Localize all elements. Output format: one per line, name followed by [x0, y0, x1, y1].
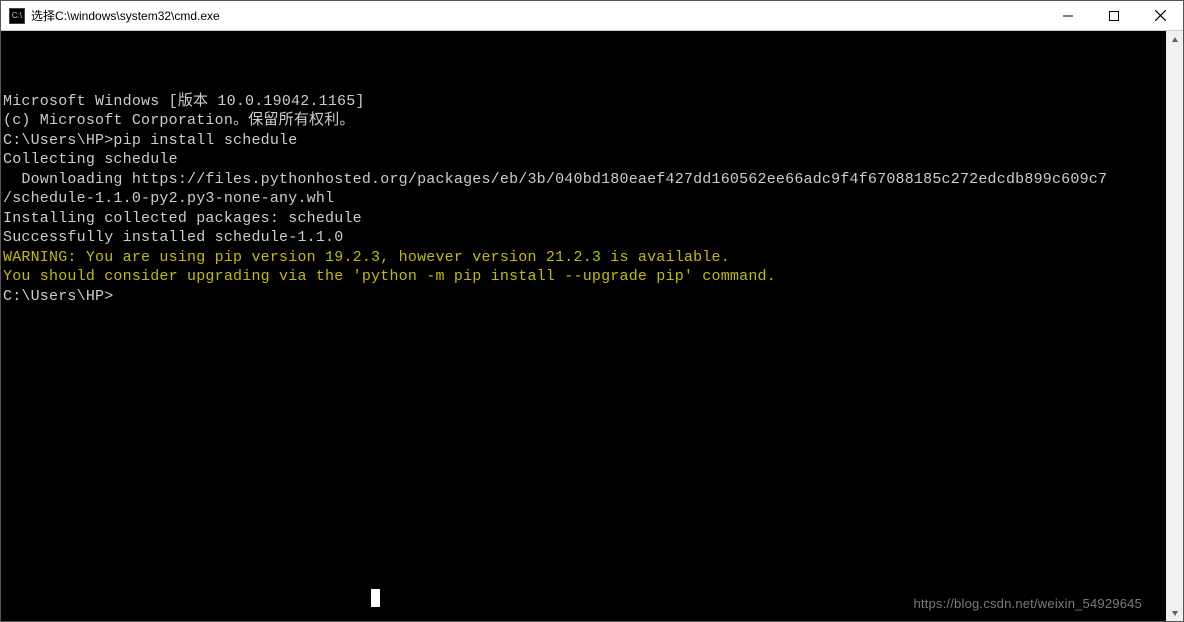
terminal-line: You should consider upgrading via the 'p…	[3, 267, 1166, 287]
terminal-line: Collecting schedule	[3, 150, 1166, 170]
maximize-button[interactable]	[1091, 1, 1137, 30]
terminal-line: C:\Users\HP>pip install schedule	[3, 131, 1166, 151]
scrollbar[interactable]	[1166, 31, 1183, 621]
scroll-down-icon[interactable]	[1166, 604, 1183, 621]
terminal-line: C:\Users\HP>	[3, 287, 1166, 307]
terminal-line: Microsoft Windows [版本 10.0.19042.1165]	[3, 92, 1166, 112]
window-controls	[1045, 1, 1183, 30]
cursor-icon	[371, 589, 380, 607]
terminal-line: WARNING: You are using pip version 19.2.…	[3, 248, 1166, 268]
terminal-line: Installing collected packages: schedule	[3, 209, 1166, 229]
window-title: 选择C:\windows\system32\cmd.exe	[31, 7, 220, 24]
close-button[interactable]	[1137, 1, 1183, 30]
cmd-icon: C:\	[9, 8, 25, 24]
terminal-area: Microsoft Windows [版本 10.0.19042.1165](c…	[1, 31, 1183, 621]
scroll-track[interactable]	[1166, 48, 1183, 604]
titlebar[interactable]: C:\ 选择C:\windows\system32\cmd.exe	[1, 1, 1183, 31]
terminal-line: (c) Microsoft Corporation。保留所有权利。	[3, 111, 1166, 131]
terminal-line: Successfully installed schedule-1.1.0	[3, 228, 1166, 248]
terminal-line: /schedule-1.1.0-py2.py3-none-any.whl	[3, 189, 1166, 209]
scroll-up-icon[interactable]	[1166, 31, 1183, 48]
cmd-window: C:\ 选择C:\windows\system32\cmd.exe Micros…	[0, 0, 1184, 622]
minimize-button[interactable]	[1045, 1, 1091, 30]
watermark-label: https://blog.csdn.net/weixin_54929645	[913, 594, 1142, 614]
terminal-output[interactable]: Microsoft Windows [版本 10.0.19042.1165](c…	[1, 31, 1166, 621]
terminal-line: Downloading https://files.pythonhosted.o…	[3, 170, 1166, 190]
